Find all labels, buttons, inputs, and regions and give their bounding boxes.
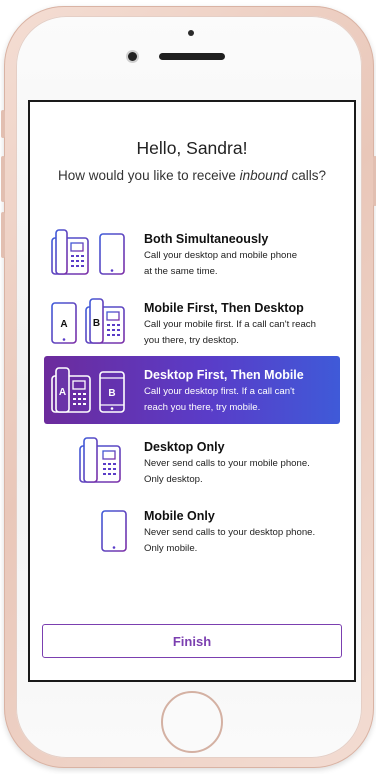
option-description-line2: reach you there, try mobile.: [144, 402, 261, 413]
option-description-line2: at the same time.: [144, 266, 218, 277]
volume-down-button: [1, 212, 5, 258]
option-title: Mobile First, Then Desktop: [144, 301, 304, 315]
option-description-line1: Call your desktop first. If a call can't: [144, 386, 295, 397]
option-description: Never send calls to your mobile phone. On…: [144, 456, 329, 488]
option-title: Both Simultaneously: [144, 232, 269, 246]
finish-button[interactable]: Finish: [42, 624, 342, 658]
badge-b: B: [93, 318, 100, 329]
option-desktop-first[interactable]: A B Desktop First, Then Mobile Call your…: [44, 356, 340, 424]
question-prefix: How would you like to receive: [58, 168, 240, 183]
volume-up-button: [1, 156, 5, 202]
option-description-line1: Never send calls to your desktop phone.: [144, 527, 316, 538]
option-mobile-only[interactable]: Mobile Only Never send calls to your des…: [30, 505, 354, 573]
option-description: Call your desktop first. If a call can't…: [144, 384, 339, 416]
question-emphasis: inbound: [239, 168, 288, 183]
option-description-line2: Only mobile.: [144, 543, 198, 554]
option-desktop-only[interactable]: Desktop Only Never send calls to your mo…: [30, 436, 354, 504]
badge-a: A: [60, 319, 67, 330]
badge-a: A: [59, 387, 66, 398]
desk-phone-icon: [79, 437, 121, 483]
greeting-title: Hello, Sandra!: [136, 138, 248, 158]
question-suffix: calls?: [287, 168, 326, 183]
question-text: How would you like to receive inbound ca…: [30, 168, 354, 183]
desktop-then-mobile-icon: A B: [51, 367, 125, 413]
mute-switch: [1, 110, 5, 138]
option-both-simultaneously[interactable]: Both Simultaneously Call your desktop an…: [30, 228, 354, 296]
badge-b: B: [108, 388, 115, 399]
option-title: Desktop Only: [144, 440, 225, 454]
option-description-line1: Never send calls to your mobile phone.: [144, 458, 310, 469]
front-camera: [128, 52, 137, 61]
option-description: Call your mobile first. If a call can't …: [144, 317, 344, 349]
home-button[interactable]: [161, 691, 223, 753]
option-description-line2: Only desktop.: [144, 474, 203, 485]
mobile-phone-icon: [101, 510, 127, 552]
option-title: Mobile Only: [144, 509, 215, 523]
option-description-line2: you there, try desktop.: [144, 335, 239, 346]
option-description: Never send calls to your desktop phone. O…: [144, 525, 344, 557]
earpiece-speaker: [159, 53, 225, 60]
desktop-and-mobile-icon: [51, 229, 125, 275]
option-mobile-first[interactable]: A B Mobile First, Then Desktop Call your…: [30, 297, 354, 365]
option-description-line1: Call your desktop and mobile phone: [144, 250, 298, 261]
app-screen: Hello, Sandra! How would you like to rec…: [28, 100, 356, 682]
proximity-sensor: [188, 30, 194, 36]
mobile-then-desktop-icon: A B: [51, 298, 125, 344]
option-description: Call your desktop and mobile phone at the…: [144, 248, 329, 280]
option-description-line1: Call your mobile first. If a call can't …: [144, 319, 316, 330]
option-title: Desktop First, Then Mobile: [144, 368, 304, 382]
